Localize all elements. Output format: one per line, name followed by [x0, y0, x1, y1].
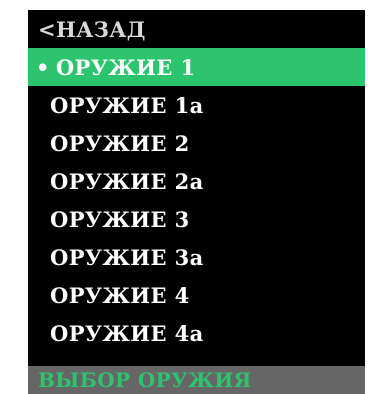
menu-item-weapon-1[interactable]: • ОРУЖИЕ 1: [28, 48, 365, 86]
menu-item-weapon-3[interactable]: ОРУЖИЕ 3: [28, 200, 365, 238]
menu-item-weapon-3a[interactable]: ОРУЖИЕ 3a: [28, 238, 365, 276]
menu-item-label: ОРУЖИЕ 1: [55, 54, 196, 80]
menu-item-label: ОРУЖИЕ 4: [50, 282, 190, 308]
menu-item-weapon-2a[interactable]: ОРУЖИЕ 2a: [28, 162, 365, 200]
menu-item-weapon-2[interactable]: ОРУЖИЕ 2: [28, 124, 365, 162]
menu-item-weapon-4[interactable]: ОРУЖИЕ 4: [28, 276, 365, 314]
back-button[interactable]: <НАЗАД: [28, 10, 365, 48]
menu-item-label: ОРУЖИЕ 2a: [50, 168, 204, 194]
menu-item-label: ОРУЖИЕ 1a: [50, 92, 204, 118]
menu-item-weapon-1a[interactable]: ОРУЖИЕ 1a: [28, 86, 365, 124]
selected-bullet-icon: •: [36, 54, 50, 80]
menu-title-footer: ВЫБОР ОРУЖИЯ: [28, 366, 365, 394]
menu-item-label: ОРУЖИЕ 3a: [50, 244, 204, 270]
menu-item-label: ОРУЖИЕ 3: [50, 206, 190, 232]
weapon-select-menu: <НАЗАД • ОРУЖИЕ 1 ОРУЖИЕ 1a ОРУЖИЕ 2 ОРУ…: [28, 10, 365, 394]
menu-item-label: ОРУЖИЕ 2: [50, 130, 190, 156]
menu-item-weapon-4a[interactable]: ОРУЖИЕ 4a: [28, 314, 365, 352]
menu-item-label: ОРУЖИЕ 4a: [50, 320, 204, 346]
